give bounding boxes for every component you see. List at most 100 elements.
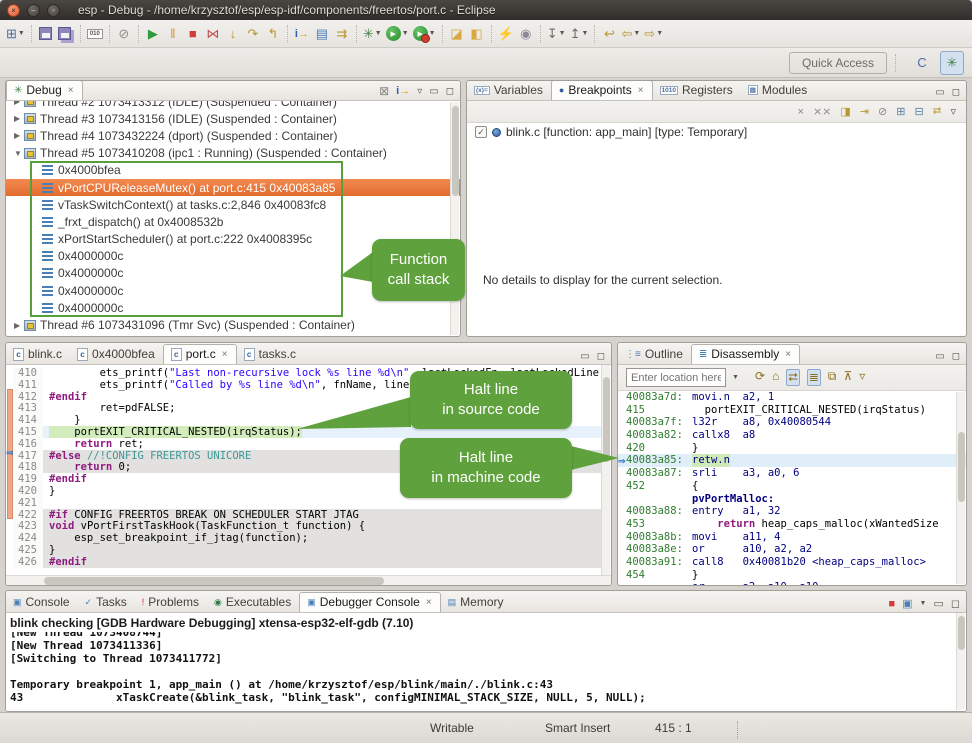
- close-icon[interactable]: ×: [222, 349, 228, 360]
- pin-icon[interactable]: ⊼: [844, 369, 853, 386]
- disassembly-row[interactable]: 454}: [618, 569, 966, 582]
- step-into-icon[interactable]: ↓: [223, 23, 243, 45]
- view-menu-icon[interactable]: ▿: [417, 86, 422, 97]
- quick-access-button[interactable]: Quick Access: [789, 52, 887, 74]
- debug-configurations-icon[interactable]: ✳▼: [361, 23, 384, 45]
- maximize-icon[interactable]: ◻: [951, 597, 960, 610]
- stack-frame-row[interactable]: ▶0x4000000c: [6, 299, 460, 316]
- maximize-icon[interactable]: ◻: [952, 87, 960, 98]
- stack-frame-row[interactable]: ▶vPortCPUReleaseMutex() at port.c:415 0x…: [6, 179, 460, 196]
- skip-all-icon[interactable]: ⊘: [878, 105, 887, 118]
- tab-problems[interactable]: !Problems: [135, 593, 207, 612]
- terminate-icon[interactable]: ■: [888, 598, 895, 610]
- new-wizard-icon[interactable]: ⊞▼: [4, 23, 27, 45]
- last-edit-location-icon[interactable]: ↩: [599, 23, 619, 45]
- debug-perspective-icon[interactable]: ✳: [940, 51, 964, 75]
- tab-executables[interactable]: ◉Executables: [207, 593, 299, 612]
- disassembly-scrollbar[interactable]: [956, 392, 965, 584]
- expander-icon[interactable]: ▶: [14, 131, 24, 140]
- window-minimize-button[interactable]: –: [27, 4, 40, 17]
- back-icon[interactable]: ⇦▼: [619, 23, 642, 45]
- disassembly-row[interactable]: 40083a7d:movi.n a2, 1: [618, 391, 966, 404]
- tab-registers[interactable]: 1010Registers: [653, 81, 741, 100]
- minimize-icon[interactable]: ▭: [580, 351, 589, 362]
- previous-annotation-icon[interactable]: ↥▼: [568, 23, 591, 45]
- console-scrollbar[interactable]: [956, 613, 965, 710]
- build-binary-icon[interactable]: 010: [85, 23, 105, 45]
- step-over-icon[interactable]: ↷: [243, 23, 263, 45]
- disassembly-row[interactable]: 40083a87:srli a3, a0, 6: [618, 467, 966, 480]
- code-line[interactable]: 422#if CONFIG_FREERTOS_BREAK_ON_SCHEDULE…: [6, 509, 601, 521]
- location-input[interactable]: [626, 368, 726, 387]
- close-icon[interactable]: ×: [426, 597, 432, 608]
- window-maximize-button[interactable]: ▫: [47, 4, 60, 17]
- tab-blinkc[interactable]: cblink.c: [6, 345, 70, 364]
- maximize-icon[interactable]: ◻: [446, 86, 454, 97]
- stack-frame-row[interactable]: ▶_frxt_dispatch() at 0x4008532b: [6, 213, 460, 230]
- view-menu-icon[interactable]: ▿: [950, 105, 956, 118]
- disassembly-row[interactable]: or a2, a10, a10: [618, 581, 966, 585]
- window-close-button[interactable]: ×: [7, 4, 20, 17]
- expander-icon[interactable]: ▶: [14, 101, 24, 106]
- thread-row[interactable]: ▶Thread #6 1073431096 (Tmr Svc) (Suspend…: [6, 316, 460, 333]
- close-icon[interactable]: ×: [638, 85, 644, 96]
- next-annotation-icon[interactable]: ↧▼: [545, 23, 568, 45]
- breakpoint-checkbox-icon[interactable]: ✓: [475, 126, 487, 138]
- code-line[interactable]: 424 esp_set_breakpoint_if_jtag(function)…: [6, 532, 601, 544]
- disassembly-row[interactable]: 415 portEXIT_CRITICAL_NESTED(irqStatus): [618, 404, 966, 417]
- disassembly-listing[interactable]: 40083a7d:movi.n a2, 1415 portEXIT_CRITIC…: [618, 391, 966, 585]
- tab-memory[interactable]: ▤Memory: [441, 593, 512, 612]
- minimize-icon[interactable]: ▭: [935, 351, 944, 362]
- link-with-debug-icon[interactable]: ⮂: [933, 105, 942, 118]
- tab-debugger-console[interactable]: ▣Debugger Console×: [299, 592, 440, 612]
- open-folder-icon[interactable]: ◪: [447, 23, 467, 45]
- disassembly-row[interactable]: 40083a85:retw.n: [618, 454, 966, 467]
- remove-all-icon[interactable]: ⨯⨯: [813, 105, 831, 118]
- run-icon[interactable]: ▶▼: [384, 23, 411, 45]
- forward-icon[interactable]: ⇨▼: [642, 23, 665, 45]
- flash-download-icon[interactable]: ⚡: [496, 23, 516, 45]
- expand-all-icon[interactable]: ⊞: [896, 105, 905, 118]
- terminate-icon[interactable]: ■: [183, 23, 203, 45]
- code-line[interactable]: 425}: [6, 544, 601, 556]
- tab-disassembly[interactable]: ≣Disassembly×: [691, 344, 800, 364]
- thread-row[interactable]: ▶Thread #4 1073432224 (dport) (Suspended…: [6, 127, 460, 144]
- debugger-console-output[interactable]: blink checking [GDB Hardware Debugging] …: [6, 613, 966, 711]
- code-line[interactable]: 421: [6, 497, 601, 509]
- drop-to-frame-icon[interactable]: ▤: [312, 23, 332, 45]
- tab-console[interactable]: ▣Console: [6, 593, 78, 612]
- show-source-icon[interactable]: ≣: [807, 369, 821, 386]
- minimize-icon[interactable]: ▭: [935, 87, 944, 98]
- collapse-all-icon[interactable]: ⊟: [914, 105, 923, 118]
- tab-0x4000bfea[interactable]: c0x4000bfea: [70, 345, 163, 364]
- disassembly-row[interactable]: 40083a8e:or a10, a2, a2: [618, 543, 966, 556]
- suspend-icon[interactable]: ‖: [163, 23, 183, 45]
- location-dropdown-icon[interactable]: ▼: [732, 374, 739, 381]
- use-step-filters-icon[interactable]: ⇉: [332, 23, 352, 45]
- display-selected-console-icon[interactable]: ▣: [902, 597, 912, 610]
- tab-outline[interactable]: ⋮≡Outline: [618, 345, 691, 364]
- go-to-file-icon[interactable]: ⇥: [860, 105, 869, 118]
- disconnect-icon[interactable]: ⋈: [203, 23, 223, 45]
- disassembly-row[interactable]: 40083a88:entry a1, 32: [618, 505, 966, 518]
- code-line[interactable]: 426#endif: [6, 556, 601, 568]
- step-return-icon[interactable]: ↰: [263, 23, 283, 45]
- expander-icon[interactable]: ▶: [14, 114, 24, 123]
- tab-portc[interactable]: cport.c×: [163, 344, 237, 364]
- disassembly-row[interactable]: 453 return heap_caps_malloc(xWantedSize: [618, 518, 966, 531]
- disassembly-row[interactable]: 40083a91:call8 0x40081b20 <heap_caps_mal…: [618, 556, 966, 569]
- editor-hscrollbar[interactable]: [6, 575, 611, 585]
- disassembly-row[interactable]: 40083a82:callx8 a8: [618, 429, 966, 442]
- disassembly-row[interactable]: 420}: [618, 442, 966, 455]
- resume-icon[interactable]: ▶: [143, 23, 163, 45]
- expander-icon[interactable]: ▶: [14, 321, 24, 330]
- tab-debug[interactable]: ✳ Debug ×: [6, 80, 83, 100]
- maximize-icon[interactable]: ◻: [597, 351, 605, 362]
- disassembly-row[interactable]: pvPortMalloc:: [618, 493, 966, 506]
- stack-frame-row[interactable]: ▶vTaskSwitchContext() at tasks.c:2,846 0…: [6, 196, 460, 213]
- instruction-stepping-icon[interactable]: i→: [396, 85, 410, 97]
- maximize-icon[interactable]: ◻: [952, 351, 960, 362]
- view-menu-icon[interactable]: ▿: [859, 369, 865, 386]
- thread-row[interactable]: ▼Thread #5 1073410208 (ipc1 : Running) (…: [6, 145, 460, 162]
- tab-breakpoints[interactable]: ●Breakpoints×: [551, 80, 653, 100]
